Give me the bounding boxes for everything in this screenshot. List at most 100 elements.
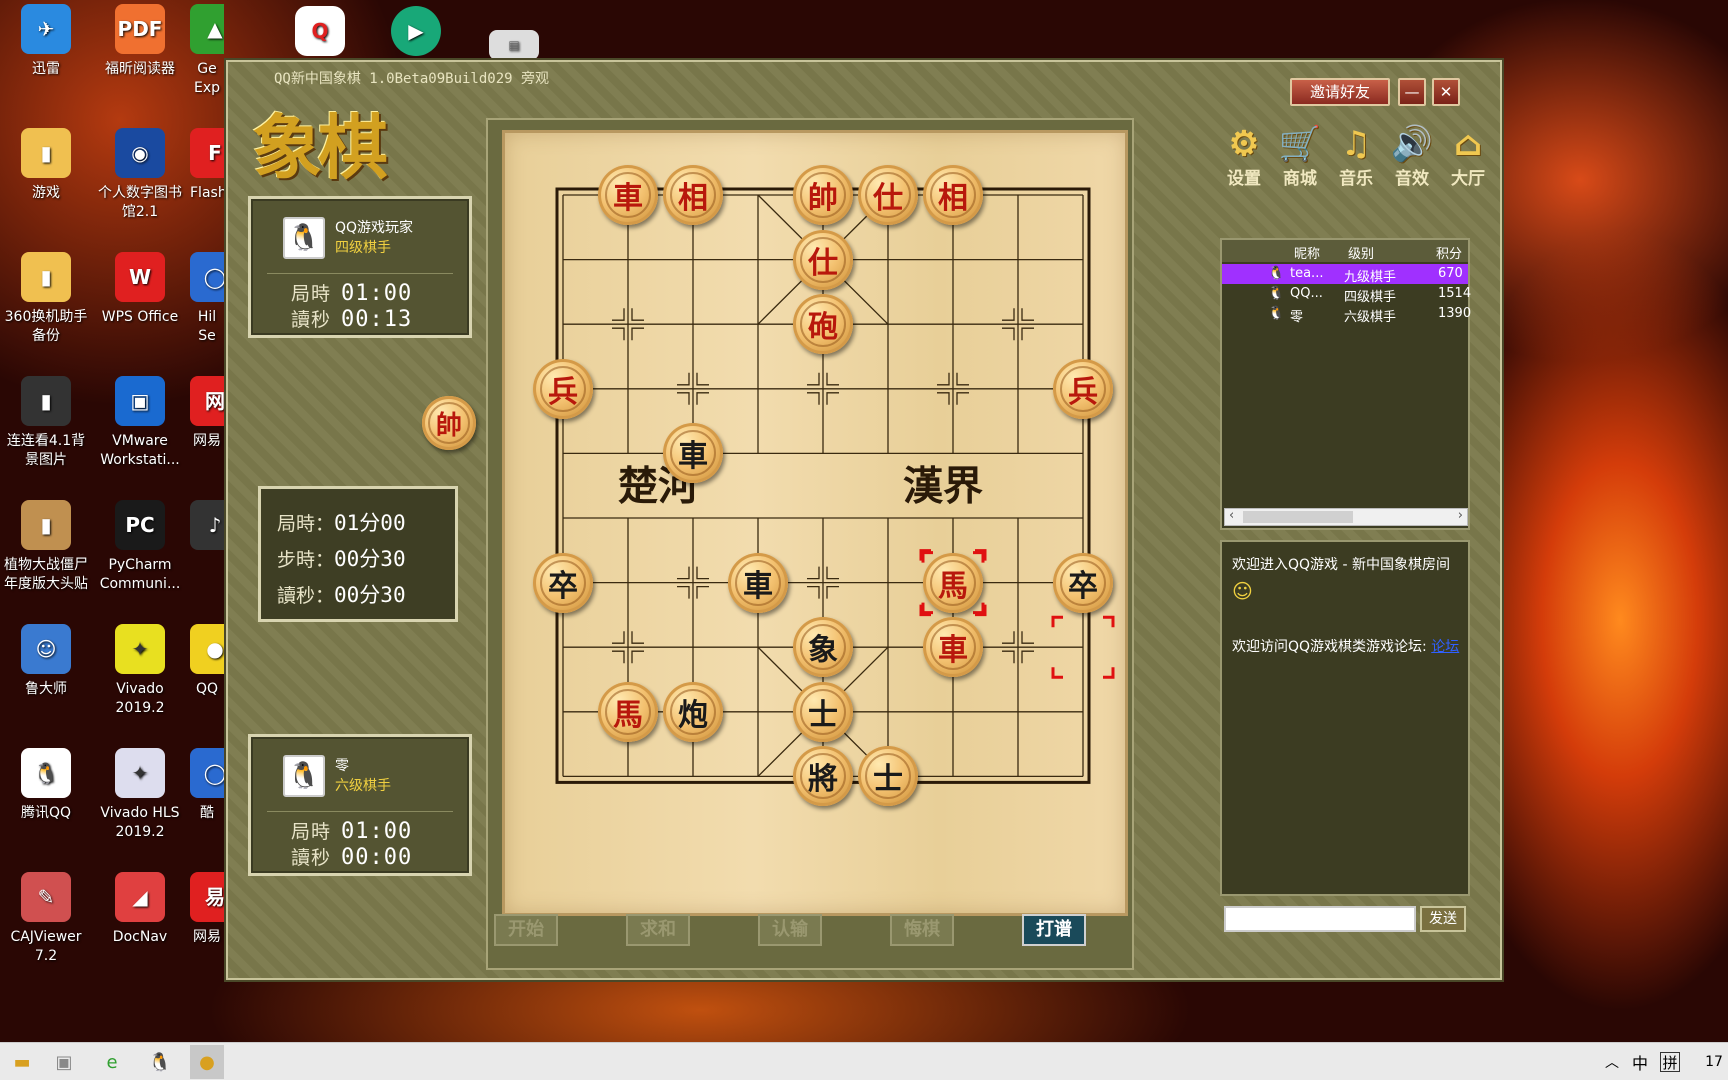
tray-up-chevron-icon[interactable]: ︿ <box>1598 1049 1626 1075</box>
desktop-icon[interactable]: PDF 福昕阅读器 <box>94 0 186 79</box>
divider <box>267 273 453 274</box>
player-row[interactable]: 🐧 零 六级棋手 1390 <box>1222 304 1471 325</box>
close-button[interactable]: ✕ <box>1432 78 1460 106</box>
piece-red[interactable]: 仕 <box>793 229 853 290</box>
tray-keyboard-layout[interactable]: 拼 <box>1660 1052 1680 1072</box>
chess-board[interactable]: 楚河 漢界 車相帥仕相仕砲兵兵車卒車馬卒象車馬炮士將士 <box>502 130 1128 916</box>
piece-black[interactable]: 士 <box>858 746 918 807</box>
player-row[interactable]: 🐧 tea... 九级棋手 670 <box>1222 264 1468 285</box>
piece-red[interactable]: 車 <box>598 165 658 225</box>
position-mark <box>826 372 839 386</box>
control-button-4[interactable]: 打谱 <box>1022 914 1086 946</box>
header-score[interactable]: 积分 <box>1436 243 1462 262</box>
toolbar-gear[interactable]: ⚙ 设置 <box>1218 124 1270 189</box>
control-button-2[interactable]: 认输 <box>758 914 822 946</box>
desktop-icon[interactable]: ▮ 360换机助手 备份 <box>0 248 92 346</box>
control-button-1[interactable]: 求和 <box>626 914 690 946</box>
position-mark <box>612 327 625 341</box>
top-player-game-time: 局時 01:00 <box>291 281 413 306</box>
piece-red[interactable]: 砲 <box>793 294 853 355</box>
scroll-thumb[interactable] <box>1243 511 1353 523</box>
piece-black[interactable]: 卒 <box>1053 552 1113 613</box>
desktop-icon[interactable]: F Flash <box>190 124 224 203</box>
desktop-icon[interactable]: ◯ 酷 <box>190 744 224 823</box>
desktop-icon[interactable]: ✦ Vivado 2019.2 <box>94 620 186 718</box>
desktop-icon[interactable]: ▮ 植物大战僵尸 年度版大头贴 <box>0 496 92 594</box>
horizontal-scrollbar[interactable]: ‹ › <box>1224 508 1468 526</box>
piece-red[interactable]: 仕 <box>858 165 918 225</box>
piece-black[interactable]: 炮 <box>663 681 723 742</box>
piece-red[interactable]: 馬 <box>923 552 983 613</box>
file-explorer-icon[interactable]: ▬ <box>8 1049 36 1075</box>
header-rank[interactable]: 级别 <box>1348 243 1374 262</box>
toolbar-speaker[interactable]: 🔊 音效 <box>1386 124 1438 189</box>
piece-red[interactable]: 兵 <box>533 358 593 419</box>
desktop-icon[interactable]: ▮ 游戏 <box>0 124 92 203</box>
desktop-icon[interactable]: W WPS Office <box>94 248 186 327</box>
chat-input[interactable] <box>1224 906 1416 932</box>
desktop-icon[interactable]: ✦ Vivado HLS 2019.2 <box>94 744 186 842</box>
time-settings-panel: 局時：01分00 步時：00分30 讀秒：00分30 <box>258 486 458 622</box>
piece-label: 仕 <box>865 172 911 218</box>
toolbar-cart[interactable]: 🛒 商城 <box>1274 124 1326 189</box>
desktop-icon[interactable]: PC PyCharm Communi... <box>94 496 186 594</box>
desktop-icon[interactable]: ● QQ <box>190 620 224 699</box>
position-mark <box>1021 327 1034 341</box>
desktop-icon-window[interactable]: ▤ <box>478 0 550 66</box>
chess-app-icon[interactable]: ● <box>190 1045 224 1079</box>
piece-label: 相 <box>930 172 976 218</box>
desktop-icon[interactable]: ☺ 鲁大师 <box>0 620 92 699</box>
forum-link[interactable]: 论坛 <box>1431 639 1459 655</box>
desktop-icon[interactable]: ✎ CAJViewer 7.2 <box>0 868 92 966</box>
desktop-app-icon: 网 <box>190 376 224 426</box>
desktop-icon-green-arrow[interactable]: ▶ <box>380 0 452 62</box>
desktop-icon[interactable]: 🐧 腾讯QQ <box>0 744 92 823</box>
toolbar-music[interactable]: ♫ 音乐 <box>1330 124 1382 189</box>
send-button[interactable]: 发送 <box>1420 906 1466 932</box>
browser-icon[interactable]: e <box>98 1049 126 1075</box>
piece-black[interactable]: 將 <box>793 746 853 807</box>
scroll-left-icon[interactable]: ‹ <box>1229 508 1234 523</box>
player-row[interactable]: 🐧 QQ... 四级棋手 1514 <box>1222 284 1471 305</box>
tray-ime[interactable]: 中 <box>1626 1049 1654 1075</box>
desktop-icon-label: 360换机助手 备份 <box>4 309 88 344</box>
desktop-icon[interactable]: 网网易 <box>190 372 224 451</box>
piece-black[interactable]: 車 <box>663 423 723 484</box>
desktop-icon[interactable]: ◉ 个人数字图书 馆2.1 <box>94 124 186 222</box>
piece-red[interactable]: 車 <box>923 617 983 678</box>
desktop-icon[interactable]: 易网易 <box>190 868 224 947</box>
player-list: 昵称 级别 积分 🐧 tea... 九级棋手 670 🐧 QQ... 四级棋手 1514 🐧 零 六… <box>1220 238 1471 530</box>
desktop-icon[interactable]: ◢ DocNav <box>94 868 186 947</box>
control-button-3[interactable]: 悔棋 <box>890 914 954 946</box>
piece-red[interactable]: 相 <box>923 165 983 225</box>
piece-label: 士 <box>865 753 911 800</box>
clock[interactable]: 17 <box>1700 1049 1728 1075</box>
position-mark <box>937 392 950 405</box>
piece-red[interactable]: 兵 <box>1053 358 1113 419</box>
desktop-icon-qq-music[interactable]: Q <box>284 0 356 62</box>
invite-friend-button[interactable]: 邀请好友 <box>1290 78 1390 106</box>
piece-red[interactable]: 帥 <box>793 165 853 225</box>
piece-black[interactable]: 士 <box>793 681 853 742</box>
desktop-icon[interactable]: ▣ VMware Workstati... <box>94 372 186 470</box>
desktop-icon[interactable]: ▲ Ge Exp <box>190 0 224 98</box>
piece-black[interactable]: 象 <box>793 617 853 678</box>
piece-black[interactable]: 車 <box>728 552 788 613</box>
piece-label: 炮 <box>670 688 716 735</box>
qq-icon[interactable]: 🐧 <box>146 1049 174 1075</box>
piece-black[interactable]: 卒 <box>533 552 593 613</box>
desktop-icon[interactable]: ◯ Hil Se <box>190 248 224 346</box>
desktop-icon[interactable]: ✈ 迅雷 <box>0 0 92 79</box>
piece-red[interactable]: 馬 <box>598 681 658 742</box>
qq-penguin-icon: 🐧 <box>283 755 325 797</box>
desktop-icon[interactable]: ▮ 连连看4.1背 景图片 <box>0 372 92 470</box>
desktop-icon[interactable]: ♪ <box>190 496 224 556</box>
header-nick[interactable]: 昵称 <box>1294 243 1320 262</box>
piece-red[interactable]: 相 <box>663 165 723 225</box>
control-button-0[interactable]: 开始 <box>494 914 558 946</box>
media-icon[interactable]: ▣ <box>50 1049 78 1075</box>
toolbar-home[interactable]: ⌂ 大厅 <box>1442 124 1494 189</box>
minimize-button[interactable]: — <box>1398 78 1426 106</box>
chess-logo: 象棋 <box>252 106 388 189</box>
scroll-right-icon[interactable]: › <box>1458 508 1463 523</box>
